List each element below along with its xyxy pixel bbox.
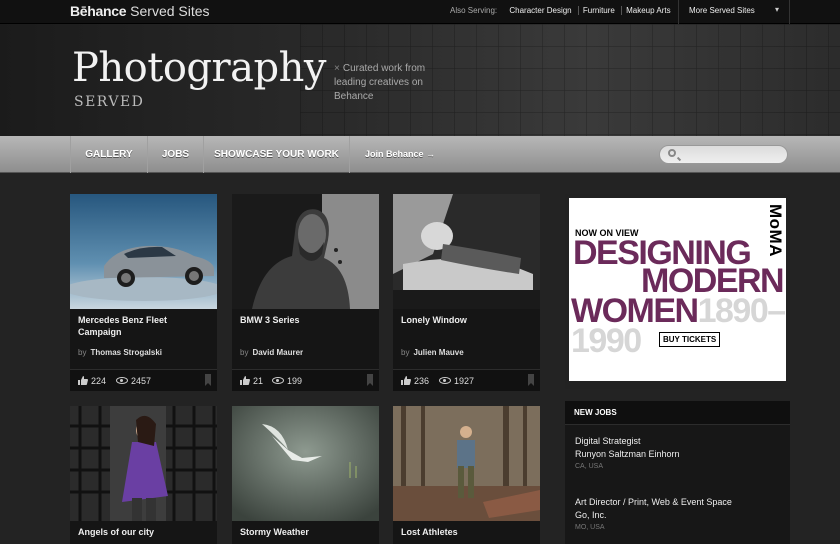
author-name[interactable]: Julien Mauve (413, 348, 463, 357)
eye-icon (272, 377, 284, 384)
project-card[interactable]: Stormy Weather (232, 406, 379, 544)
ribbon-icon (528, 374, 534, 386)
views-count: 1927 (439, 376, 474, 386)
project-stats: 21 199 (232, 369, 379, 391)
project-title[interactable]: Angels of our city (78, 526, 208, 538)
join-behance-link[interactable]: Join Behance → (365, 136, 435, 173)
job-location: CA, USA (575, 463, 604, 470)
author-name[interactable]: Thomas Strogalski (90, 348, 162, 357)
search-box[interactable] (659, 145, 788, 164)
project-author: by Thomas Strogalski (78, 348, 163, 357)
more-served-sites-label: More Served Sites (689, 6, 755, 15)
project-title[interactable]: Lonely Window (401, 314, 531, 326)
also-serving-label: Also Serving: (450, 6, 498, 15)
project-thumbnail-lost-athletes[interactable] (393, 406, 540, 521)
views-count: 2457 (116, 376, 151, 386)
new-jobs-heading: NEW JOBS (565, 401, 790, 425)
thumbs-up-icon (240, 376, 250, 385)
moma-logo: MoMA (766, 204, 785, 257)
nav-gallery[interactable]: GALLERY (70, 136, 147, 173)
project-author: by David Maurer (240, 348, 304, 357)
link-furniture[interactable]: Furniture (577, 6, 619, 15)
thumbs-up-icon (401, 376, 411, 385)
project-title[interactable]: Stormy Weather (240, 526, 370, 538)
project-thumbnail-lonely-window[interactable] (393, 194, 540, 309)
project-title[interactable]: Mercedes Benz Fleet Campaign (78, 314, 208, 338)
job-title[interactable]: Digital Strategist (575, 436, 785, 446)
close-x-icon: × (334, 63, 340, 74)
project-card[interactable]: Angels of our city (70, 406, 217, 544)
link-character-design[interactable]: Character Design (509, 6, 575, 15)
behance-served-sites-logo[interactable]: Bēhance Served Sites (70, 3, 210, 19)
thumbs-up-icon (78, 376, 88, 385)
also-serving: Also Serving: Character Design Furniture… (450, 6, 675, 15)
more-served-sites-dropdown[interactable]: More Served Sites ▾ (678, 0, 790, 24)
job-listing[interactable]: Art Director / Print, Web & Event Space … (575, 497, 785, 531)
ad-headline-line4: 1990 (571, 322, 642, 360)
ribbon-icon (205, 374, 211, 386)
project-card[interactable]: Lost Athletes (393, 406, 540, 544)
job-company: Go, Inc. (575, 510, 607, 520)
link-makeup-arts[interactable]: Makeup Arts (621, 6, 675, 15)
job-company: Runyon Saltzman Einhorn (575, 449, 680, 459)
project-card[interactable]: BMW 3 Series by David Maurer 21 199 (232, 194, 379, 391)
site-tagline: × Curated work from leading creatives on … (334, 63, 426, 102)
project-thumbnail-angels[interactable] (70, 406, 217, 521)
eye-icon (439, 377, 451, 384)
site-subtitle: SERVED (74, 94, 145, 110)
ad-creative[interactable]: MoMA NOW ON VIEW DESIGNING MODERN WOMEN1… (569, 198, 786, 381)
moma-advertisement[interactable]: MoMA NOW ON VIEW DESIGNING MODERN WOMEN1… (565, 194, 790, 389)
project-stats: 236 1927 (393, 369, 540, 391)
ribbon-icon (367, 374, 373, 386)
nav-jobs[interactable]: JOBS (147, 136, 203, 173)
new-jobs-panel: NEW JOBS Digital Strategist Runyon Saltz… (565, 401, 790, 544)
project-thumbnail-portrait[interactable] (232, 194, 379, 309)
author-name[interactable]: David Maurer (252, 348, 303, 357)
appreciations-count: 224 (78, 376, 106, 386)
chevron-down-icon: ▾ (774, 5, 779, 14)
project-title[interactable]: Lost Athletes (401, 526, 531, 538)
buy-tickets-button[interactable]: BUY TICKETS (659, 332, 721, 347)
search-input[interactable] (682, 148, 782, 162)
project-card[interactable]: Lonely Window by Julien Mauve 236 1927 (393, 194, 540, 391)
project-author: by Julien Mauve (401, 348, 464, 357)
nav-showcase-your-work[interactable]: SHOWCASE YOUR WORK (203, 136, 350, 173)
project-thumbnail-car[interactable] (70, 194, 217, 309)
project-stats: 224 2457 (70, 369, 217, 391)
project-title[interactable]: BMW 3 Series (240, 314, 370, 326)
appreciations-count: 21 (240, 376, 263, 386)
site-title[interactable]: Photography (72, 48, 326, 88)
job-location: MO, USA (575, 524, 605, 531)
project-thumbnail-stormy-weather[interactable] (232, 406, 379, 521)
job-title[interactable]: Art Director / Print, Web & Event Space (575, 497, 785, 507)
views-count: 199 (272, 376, 302, 386)
appreciations-count: 236 (401, 376, 429, 386)
project-card[interactable]: Mercedes Benz Fleet Campaign by Thomas St… (70, 194, 217, 391)
hero-banner: Photography SERVED × Curated work from le… (0, 24, 840, 136)
eye-icon (116, 377, 128, 384)
top-bar: Bēhance Served Sites Also Serving: Chara… (0, 0, 840, 24)
search-icon (668, 149, 676, 157)
job-listing[interactable]: Digital Strategist Runyon Saltzman Einho… (575, 436, 785, 470)
